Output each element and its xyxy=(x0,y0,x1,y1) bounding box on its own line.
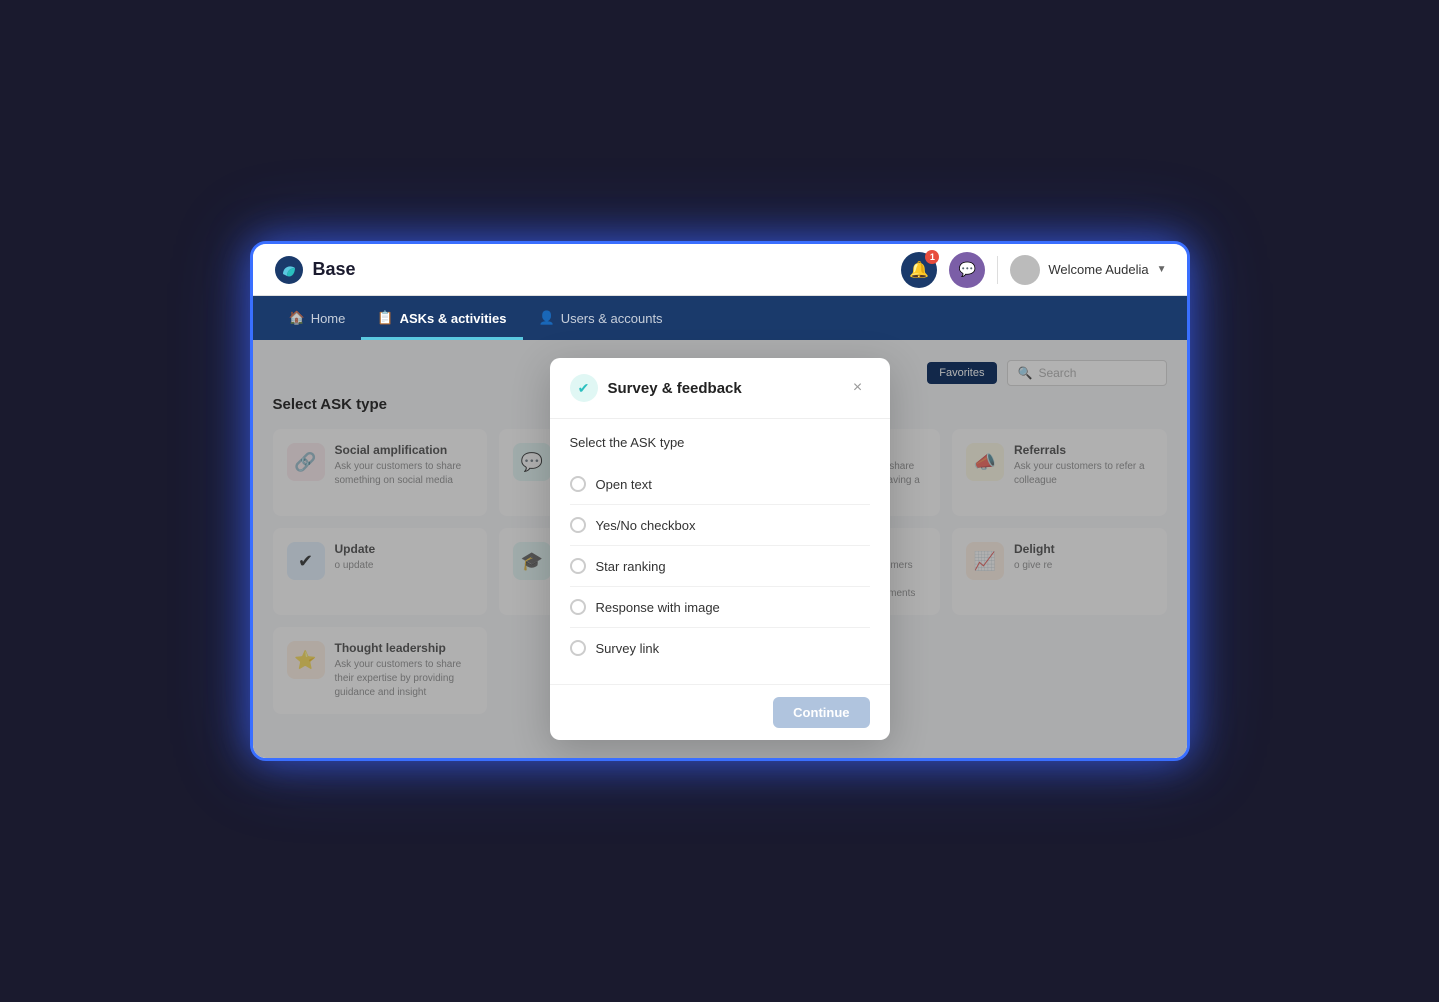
nav-item-home[interactable]: 🏠 Home xyxy=(273,296,362,340)
chevron-down-icon: ▼ xyxy=(1157,264,1167,275)
user-menu-button[interactable]: Welcome Audelia ▼ xyxy=(1010,255,1166,285)
logo-area: Base xyxy=(273,254,356,286)
app-title: Base xyxy=(313,259,356,280)
radio-survey-link[interactable] xyxy=(570,640,586,656)
modal-overlay: ✔ Survey & feedback × Select the ASK typ… xyxy=(253,340,1187,758)
main-content: Favorites 🔍 Search Select ASK type 🔗 Soc… xyxy=(253,340,1187,758)
option-survey-link-label: Survey link xyxy=(596,641,660,656)
radio-open-text[interactable] xyxy=(570,476,586,492)
nav-asks-label: ASKs & activities xyxy=(400,311,507,326)
option-yes-no[interactable]: Yes/No checkbox xyxy=(570,505,870,546)
radio-yes-no[interactable] xyxy=(570,517,586,533)
top-nav: Base 🔔 1 💬 Welcome Audelia ▼ xyxy=(253,244,1187,296)
radio-image[interactable] xyxy=(570,599,586,615)
option-open-text-label: Open text xyxy=(596,477,652,492)
continue-button[interactable]: Continue xyxy=(773,697,869,728)
users-icon: 👤 xyxy=(539,310,555,326)
nav-item-asks[interactable]: 📋 ASKs & activities xyxy=(361,296,522,340)
modal-title: Survey & feedback xyxy=(608,380,836,397)
chat-button[interactable]: 💬 xyxy=(949,252,985,288)
welcome-label: Welcome Audelia xyxy=(1048,262,1148,277)
home-icon: 🏠 xyxy=(289,310,305,326)
logo-icon xyxy=(273,254,305,286)
modal-header: ✔ Survey & feedback × xyxy=(550,358,890,419)
nav-item-users[interactable]: 👤 Users & accounts xyxy=(523,296,679,340)
notification-badge: 1 xyxy=(925,250,939,264)
nav-right: 🔔 1 💬 Welcome Audelia ▼ xyxy=(901,252,1166,288)
modal-footer: Continue xyxy=(550,684,890,740)
option-image-label: Response with image xyxy=(596,600,720,615)
chat-icon: 💬 xyxy=(959,261,976,278)
secondary-nav: 🏠 Home 📋 ASKs & activities 👤 Users & acc… xyxy=(253,296,1187,340)
modal-body: Select the ASK type Open text Yes/No che… xyxy=(550,419,890,684)
option-survey-link[interactable]: Survey link xyxy=(570,628,870,668)
nav-divider xyxy=(997,256,998,284)
radio-star[interactable] xyxy=(570,558,586,574)
screen-wrapper: Base 🔔 1 💬 Welcome Audelia ▼ 🏠 Home xyxy=(250,241,1190,761)
option-star[interactable]: Star ranking xyxy=(570,546,870,587)
avatar xyxy=(1010,255,1040,285)
asks-icon: 📋 xyxy=(377,310,393,326)
modal: ✔ Survey & feedback × Select the ASK typ… xyxy=(550,358,890,740)
option-open-text[interactable]: Open text xyxy=(570,464,870,505)
option-star-label: Star ranking xyxy=(596,559,666,574)
option-yes-no-label: Yes/No checkbox xyxy=(596,518,696,533)
modal-subtitle: Select the ASK type xyxy=(570,435,870,450)
nav-home-label: Home xyxy=(311,311,346,326)
notifications-button[interactable]: 🔔 1 xyxy=(901,252,937,288)
bell-icon: 🔔 xyxy=(909,260,929,280)
modal-check-icon: ✔ xyxy=(570,374,598,402)
option-image[interactable]: Response with image xyxy=(570,587,870,628)
nav-users-label: Users & accounts xyxy=(561,311,663,326)
modal-close-button[interactable]: × xyxy=(846,376,870,400)
